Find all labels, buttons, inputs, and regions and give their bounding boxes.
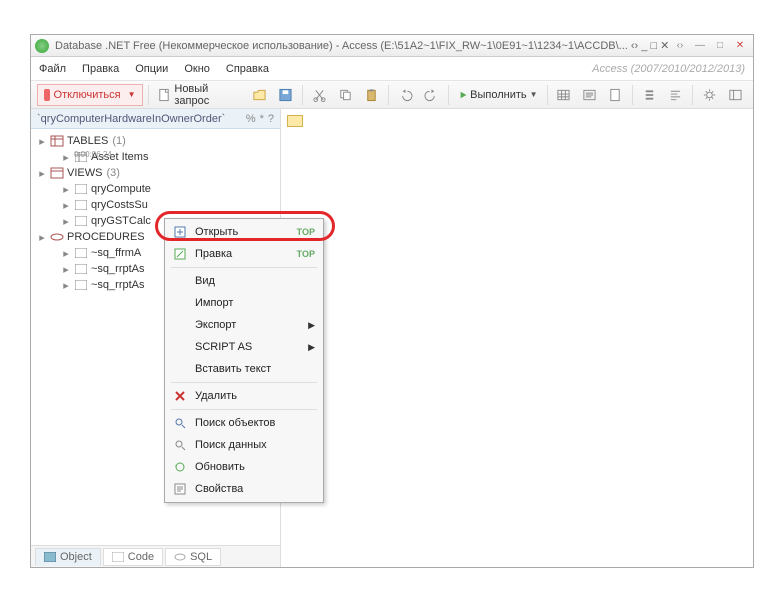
app-icon <box>35 39 49 53</box>
sidebar-header: `qryComputerHardwareInOwnerOrder` % * ? <box>31 109 280 129</box>
menu-window[interactable]: Окно <box>184 63 210 75</box>
help-icon[interactable]: ? <box>268 113 274 125</box>
settings-icon[interactable] <box>698 84 721 106</box>
ctx-import[interactable]: Импорт <box>167 292 321 314</box>
ctx-refresh[interactable]: Обновить <box>167 456 321 478</box>
open-file-icon[interactable] <box>248 84 271 106</box>
menu-file[interactable]: Файл <box>39 63 66 75</box>
new-query-button[interactable]: Новый запрос <box>153 84 245 106</box>
window-title: Database .NET Free (Некоммерческое испол… <box>55 39 671 52</box>
views-node[interactable]: ▸VIEWS(3) <box>37 165 280 181</box>
percent-icon[interactable]: % <box>246 113 256 125</box>
context-menu: ОткрытьTOP ПравкаTOP Вид Импорт Экспорт▶… <box>164 218 324 503</box>
text-results-icon[interactable] <box>578 84 601 106</box>
align-icon[interactable] <box>664 84 687 106</box>
disconnect-button[interactable]: Отключиться▼ <box>37 84 143 106</box>
toolbar: Отключиться▼ Новый запрос Выполнить▼ <box>31 81 753 109</box>
ctx-view[interactable]: Вид <box>167 270 321 292</box>
star-icon[interactable]: * <box>260 113 264 125</box>
tab-code[interactable]: Code <box>103 548 163 566</box>
maximize-button[interactable]: □ <box>711 39 729 53</box>
ctx-export[interactable]: Экспорт▶ <box>167 314 321 336</box>
menu-options[interactable]: Опции <box>135 63 168 75</box>
main-content <box>281 109 753 567</box>
minimize-button[interactable]: — <box>691 39 709 53</box>
menu-edit[interactable]: Правка <box>82 63 119 75</box>
tab-object[interactable]: Object <box>35 548 101 566</box>
save-icon[interactable] <box>274 84 297 106</box>
ctx-insert-text[interactable]: Вставить текст <box>167 358 321 380</box>
file-results-icon[interactable] <box>604 84 627 106</box>
ctx-open[interactable]: ОткрытьTOP <box>167 221 321 243</box>
copy-icon[interactable] <box>334 84 357 106</box>
menubar: Файл Правка Опции Окно Справка Access (2… <box>31 57 753 81</box>
menu-help[interactable]: Справка <box>226 63 269 75</box>
access-version-hint: Access (2007/2010/2012/2013) <box>592 63 745 75</box>
titlebar: Database .NET Free (Некоммерческое испол… <box>31 35 753 57</box>
cut-icon[interactable] <box>308 84 331 106</box>
folder-icon <box>287 115 303 127</box>
grid-results-icon[interactable] <box>552 84 575 106</box>
ctx-delete[interactable]: Удалить <box>167 385 321 407</box>
close-button[interactable]: ✕ <box>731 39 749 53</box>
app-window: Database .NET Free (Некоммерческое испол… <box>30 34 754 568</box>
tables-node[interactable]: ▸TABLES(1) <box>37 133 280 149</box>
ctx-properties[interactable]: Свойства <box>167 478 321 500</box>
paste-icon[interactable] <box>360 84 383 106</box>
view-item[interactable]: ▸qryCompute <box>37 181 280 197</box>
panel-icon[interactable] <box>724 84 747 106</box>
execute-button[interactable]: Выполнить▼ <box>454 84 542 106</box>
ctx-script-as[interactable]: SCRIPT AS▶ <box>167 336 321 358</box>
undo-icon[interactable] <box>394 84 417 106</box>
sidebar-tabs: Object Code SQL <box>31 545 280 567</box>
elapsed-timer: 0:00:06.24 <box>74 150 112 159</box>
view-item[interactable]: ▸qryCostsSu <box>37 197 280 213</box>
ctx-edit[interactable]: ПравкаTOP <box>167 243 321 265</box>
redo-icon[interactable] <box>420 84 443 106</box>
code-toggle-icon[interactable]: ‹› <box>671 39 689 53</box>
list-icon[interactable] <box>638 84 661 106</box>
tab-sql[interactable]: SQL <box>165 548 221 566</box>
sidebar-header-text: `qryComputerHardwareInOwnerOrder` <box>37 113 225 125</box>
ctx-find-data[interactable]: Поиск данных <box>167 434 321 456</box>
ctx-find-objects[interactable]: Поиск объектов <box>167 412 321 434</box>
